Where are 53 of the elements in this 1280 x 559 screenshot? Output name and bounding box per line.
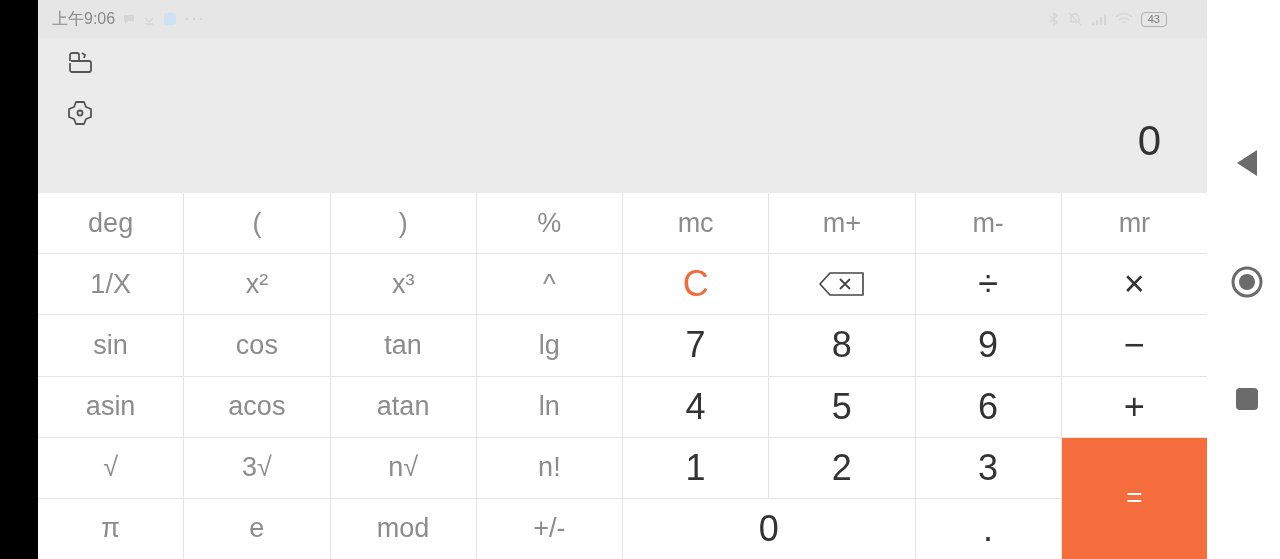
settings-icon[interactable]: [66, 99, 94, 127]
calculator-key[interactable]: π: [38, 498, 184, 559]
calculator-key[interactable]: −: [1061, 315, 1207, 376]
calculator-key[interactable]: .: [915, 498, 1061, 559]
calculator-key[interactable]: e: [184, 498, 330, 559]
calculator-key[interactable]: 5: [769, 376, 915, 437]
calculator-key[interactable]: ÷: [915, 254, 1061, 315]
battery-indicator: 43: [1140, 11, 1167, 27]
calculator-key[interactable]: ×: [1061, 254, 1207, 315]
calculator-key[interactable]: 1: [623, 437, 769, 498]
calculator-key[interactable]: 4: [623, 376, 769, 437]
calculator-key[interactable]: +: [1061, 376, 1207, 437]
calculator-key[interactable]: ln: [476, 376, 622, 437]
calculator-key[interactable]: +/-: [476, 498, 622, 559]
calculator-key[interactable]: 6: [915, 376, 1061, 437]
calculator-key[interactable]: 2: [769, 437, 915, 498]
calculator-key[interactable]: x³: [330, 254, 476, 315]
calculator-key[interactable]: 0: [623, 498, 915, 559]
calculator-key[interactable]: mod: [330, 498, 476, 559]
calculator-key[interactable]: m+: [769, 193, 915, 254]
calculator-key[interactable]: =: [1061, 437, 1207, 559]
calculator-key[interactable]: cos: [184, 315, 330, 376]
calculator-key[interactable]: 3: [915, 437, 1061, 498]
calculator-key[interactable]: %: [476, 193, 622, 254]
backspace-icon: [817, 271, 866, 298]
home-icon[interactable]: [1229, 264, 1264, 299]
calculator-key[interactable]: C: [623, 254, 769, 315]
calculator-key[interactable]: 3√: [184, 437, 330, 498]
calculator-key[interactable]: acos: [184, 376, 330, 437]
calculator-key[interactable]: n√: [330, 437, 476, 498]
status-time: 上午9:06: [52, 8, 116, 29]
calculator-key[interactable]: mr: [1061, 193, 1207, 254]
calculator-key[interactable]: sin: [38, 315, 184, 376]
recents-icon[interactable]: [1234, 386, 1259, 411]
display-value: 0: [1137, 117, 1161, 165]
calculator-key[interactable]: atan: [330, 376, 476, 437]
calculator-key[interactable]: 1/X: [38, 254, 184, 315]
calculator-key[interactable]: 8: [769, 315, 915, 376]
calculator-key[interactable]: [769, 254, 915, 315]
calculator-key[interactable]: x²: [184, 254, 330, 315]
calculator-key[interactable]: ): [330, 193, 476, 254]
calculator-key[interactable]: 7: [623, 315, 769, 376]
calculator-key[interactable]: n!: [476, 437, 622, 498]
calculator-key[interactable]: (: [184, 193, 330, 254]
calculator-key[interactable]: deg: [38, 193, 184, 254]
calculator-key[interactable]: lg: [476, 315, 622, 376]
calculator-key[interactable]: mc: [623, 193, 769, 254]
calculator-key[interactable]: m-: [915, 193, 1061, 254]
calculator-key[interactable]: tan: [330, 315, 476, 376]
calculator-key[interactable]: ^: [476, 254, 622, 315]
calculator-key[interactable]: asin: [38, 376, 184, 437]
calculator-key[interactable]: √: [38, 437, 184, 498]
calculator-key[interactable]: 9: [915, 315, 1061, 376]
